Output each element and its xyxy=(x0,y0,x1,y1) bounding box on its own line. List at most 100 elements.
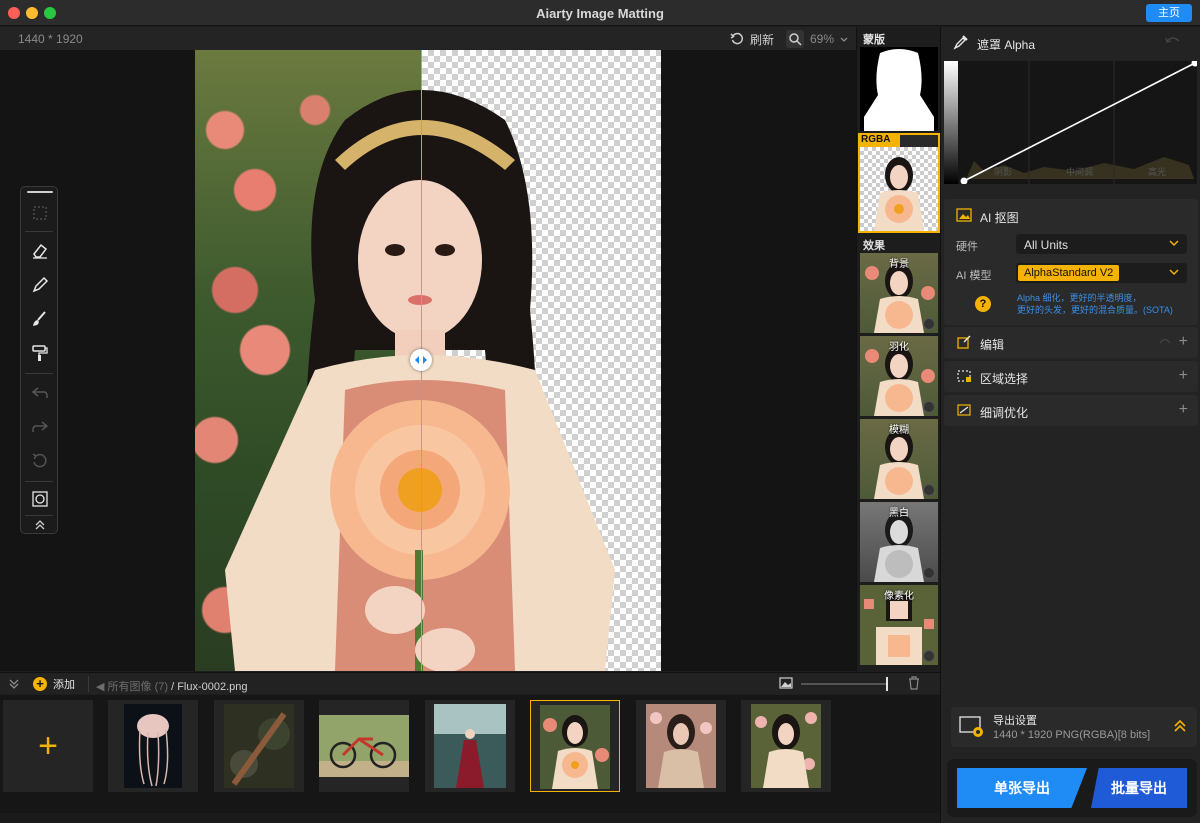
effect-toggle[interactable] xyxy=(923,401,935,413)
eraser-tool[interactable] xyxy=(28,239,52,263)
collapse-filmstrip-icon[interactable] xyxy=(8,678,20,693)
effect-black-white[interactable]: 黑白 xyxy=(860,502,938,582)
effect-toggle[interactable] xyxy=(923,567,935,579)
model-select[interactable]: AlphaStandard V2 xyxy=(1016,263,1187,283)
rgba-preview-image xyxy=(860,147,938,231)
filmstrip: + xyxy=(0,695,940,813)
mask-silhouette xyxy=(864,49,934,131)
curve-label-shadows: 阴影 xyxy=(994,167,1013,177)
filmstrip-image-red-dress-forest[interactable] xyxy=(425,700,515,792)
help-icon[interactable]: ? xyxy=(975,296,991,312)
single-export-button[interactable]: 单张导出 xyxy=(957,768,1087,808)
model-value: AlphaStandard V2 xyxy=(1018,265,1120,281)
edit-section[interactable]: 编辑 + xyxy=(944,327,1198,358)
chevron-up-double-icon xyxy=(35,520,45,530)
effect-label: 模糊 xyxy=(889,425,909,436)
mask-section-label: 蒙版 xyxy=(863,34,885,46)
eyedropper-icon[interactable] xyxy=(953,34,969,50)
ai-matting-section: AI 抠图 硬件 All Units AI 模型 AlphaStandard V… xyxy=(944,199,1198,325)
output-preview-column: 蒙版 RGBA 效果 背景 羽化 模糊 黑白 像素化 xyxy=(856,27,940,671)
ai-image-icon xyxy=(956,207,972,223)
filmstrip-image-girl-portrait-roses[interactable] xyxy=(741,700,831,792)
alpha-curve-editor[interactable]: 阴影 中间调 高光 xyxy=(944,61,1197,184)
mask-thumbnail[interactable] xyxy=(860,47,938,131)
ai-matting-title: AI 抠图 xyxy=(980,211,1019,225)
collapse-palette-button[interactable] xyxy=(28,517,52,533)
curve-label-midtones: 中间调 xyxy=(1066,167,1094,177)
home-button[interactable]: 主页 xyxy=(1146,4,1192,22)
effect-blur[interactable]: 模糊 xyxy=(860,419,938,499)
add-images-button[interactable]: + 添加 xyxy=(33,676,75,692)
canvas-header: 1440 * 1920 刷新 69% xyxy=(0,27,856,50)
filmstrip-image-forest-sword[interactable] xyxy=(214,700,304,792)
refresh-button[interactable]: 刷新 xyxy=(728,30,774,48)
undo-button[interactable] xyxy=(28,381,52,405)
zoom-control[interactable]: 69% xyxy=(786,30,848,48)
effect-background[interactable]: 背景 xyxy=(860,253,938,333)
chevron-down-icon xyxy=(840,32,848,46)
breadcrumb-all-images[interactable]: 所有图像 (7) xyxy=(108,681,169,693)
alpha-title: 遮罩 Alpha xyxy=(977,38,1036,52)
thumbnail-size-slider-thumb[interactable] xyxy=(886,677,888,691)
trash-icon[interactable] xyxy=(908,676,920,693)
pen-tool[interactable] xyxy=(28,273,52,297)
status-bar xyxy=(0,813,940,823)
brush-tool[interactable] xyxy=(28,307,52,331)
export-settings[interactable]: 导出设置 1440 * 1920 PNG(RGBA)[8 bits] xyxy=(951,707,1197,747)
effect-feather[interactable]: 羽化 xyxy=(860,336,938,416)
region-select-section[interactable]: 区域选择 + xyxy=(944,361,1198,392)
export-settings-info: 1440 * 1920 PNG(RGBA)[8 bits] xyxy=(993,729,1151,741)
export-settings-title: 导出设置 xyxy=(993,715,1037,727)
edit-icon xyxy=(956,334,972,350)
batch-export-button[interactable]: 批量导出 xyxy=(1091,768,1187,808)
fit-view-button[interactable] xyxy=(28,487,52,511)
add-icon[interactable]: + xyxy=(1179,368,1188,384)
paint-roller-tool[interactable] xyxy=(28,341,52,365)
pen-icon xyxy=(32,276,49,293)
title-bar: Aiarty Image Matting 主页 xyxy=(0,0,1200,26)
redo-button[interactable] xyxy=(28,415,52,439)
refresh-icon xyxy=(728,30,746,48)
effect-label: 背景 xyxy=(889,259,909,270)
breadcrumb-current-file: / Flux-0002.png xyxy=(171,681,248,693)
effect-toggle[interactable] xyxy=(923,318,935,330)
refresh-label: 刷新 xyxy=(750,32,775,47)
fine-tune-section[interactable]: 细调优化 + xyxy=(944,395,1198,426)
filmstrip-image-jellyfish[interactable] xyxy=(108,700,198,792)
reset-icon xyxy=(32,453,47,468)
rgba-thumbnail[interactable]: RGBA xyxy=(858,133,940,233)
image-canvas[interactable] xyxy=(0,50,856,671)
filmstrip-image-bicycle[interactable] xyxy=(319,700,409,792)
thumbnail-size-slider[interactable] xyxy=(801,683,887,685)
palette-grip[interactable] xyxy=(27,191,53,193)
undo-curve-icon[interactable] xyxy=(1165,35,1181,50)
plus-icon: + xyxy=(38,726,58,765)
split-arrows-icon xyxy=(415,356,427,364)
curve-point-white[interactable] xyxy=(1191,61,1198,67)
effect-pixelate[interactable]: 像素化 xyxy=(860,585,938,665)
effect-label: 黑白 xyxy=(889,508,909,519)
add-icon[interactable]: + xyxy=(1179,402,1188,418)
brush-icon xyxy=(33,311,46,326)
filmstrip-toolbar: + 添加 ◀ 所有图像 (7) / Flux-0002.png xyxy=(0,672,940,694)
rgba-badge: RGBA xyxy=(858,133,900,147)
reset-button[interactable] xyxy=(28,449,52,473)
chevron-up-double-icon[interactable] xyxy=(1173,719,1187,736)
model-label: AI 模型 xyxy=(956,270,992,282)
effect-toggle[interactable] xyxy=(923,650,935,662)
add-icon[interactable]: + xyxy=(1179,334,1188,350)
region-select-icon xyxy=(956,368,972,384)
filmstrip-image-girl-with-flower[interactable] xyxy=(530,700,620,792)
selection-tool[interactable] xyxy=(28,201,52,225)
zoom-level: 69% xyxy=(810,32,835,46)
plus-icon: + xyxy=(33,677,47,691)
zoom-search-icon[interactable] xyxy=(786,30,804,48)
add-image-tile[interactable]: + xyxy=(3,700,93,792)
hardware-select[interactable]: All Units xyxy=(1016,234,1187,254)
undo-edit-icon[interactable] xyxy=(1158,335,1172,350)
effect-toggle[interactable] xyxy=(923,484,935,496)
filmstrip-image-woman-portrait-flowers[interactable] xyxy=(636,700,726,792)
chevron-down-icon xyxy=(1169,237,1179,252)
compare-split-handle[interactable] xyxy=(410,349,432,371)
back-arrow-icon[interactable]: ◀ xyxy=(96,681,104,693)
